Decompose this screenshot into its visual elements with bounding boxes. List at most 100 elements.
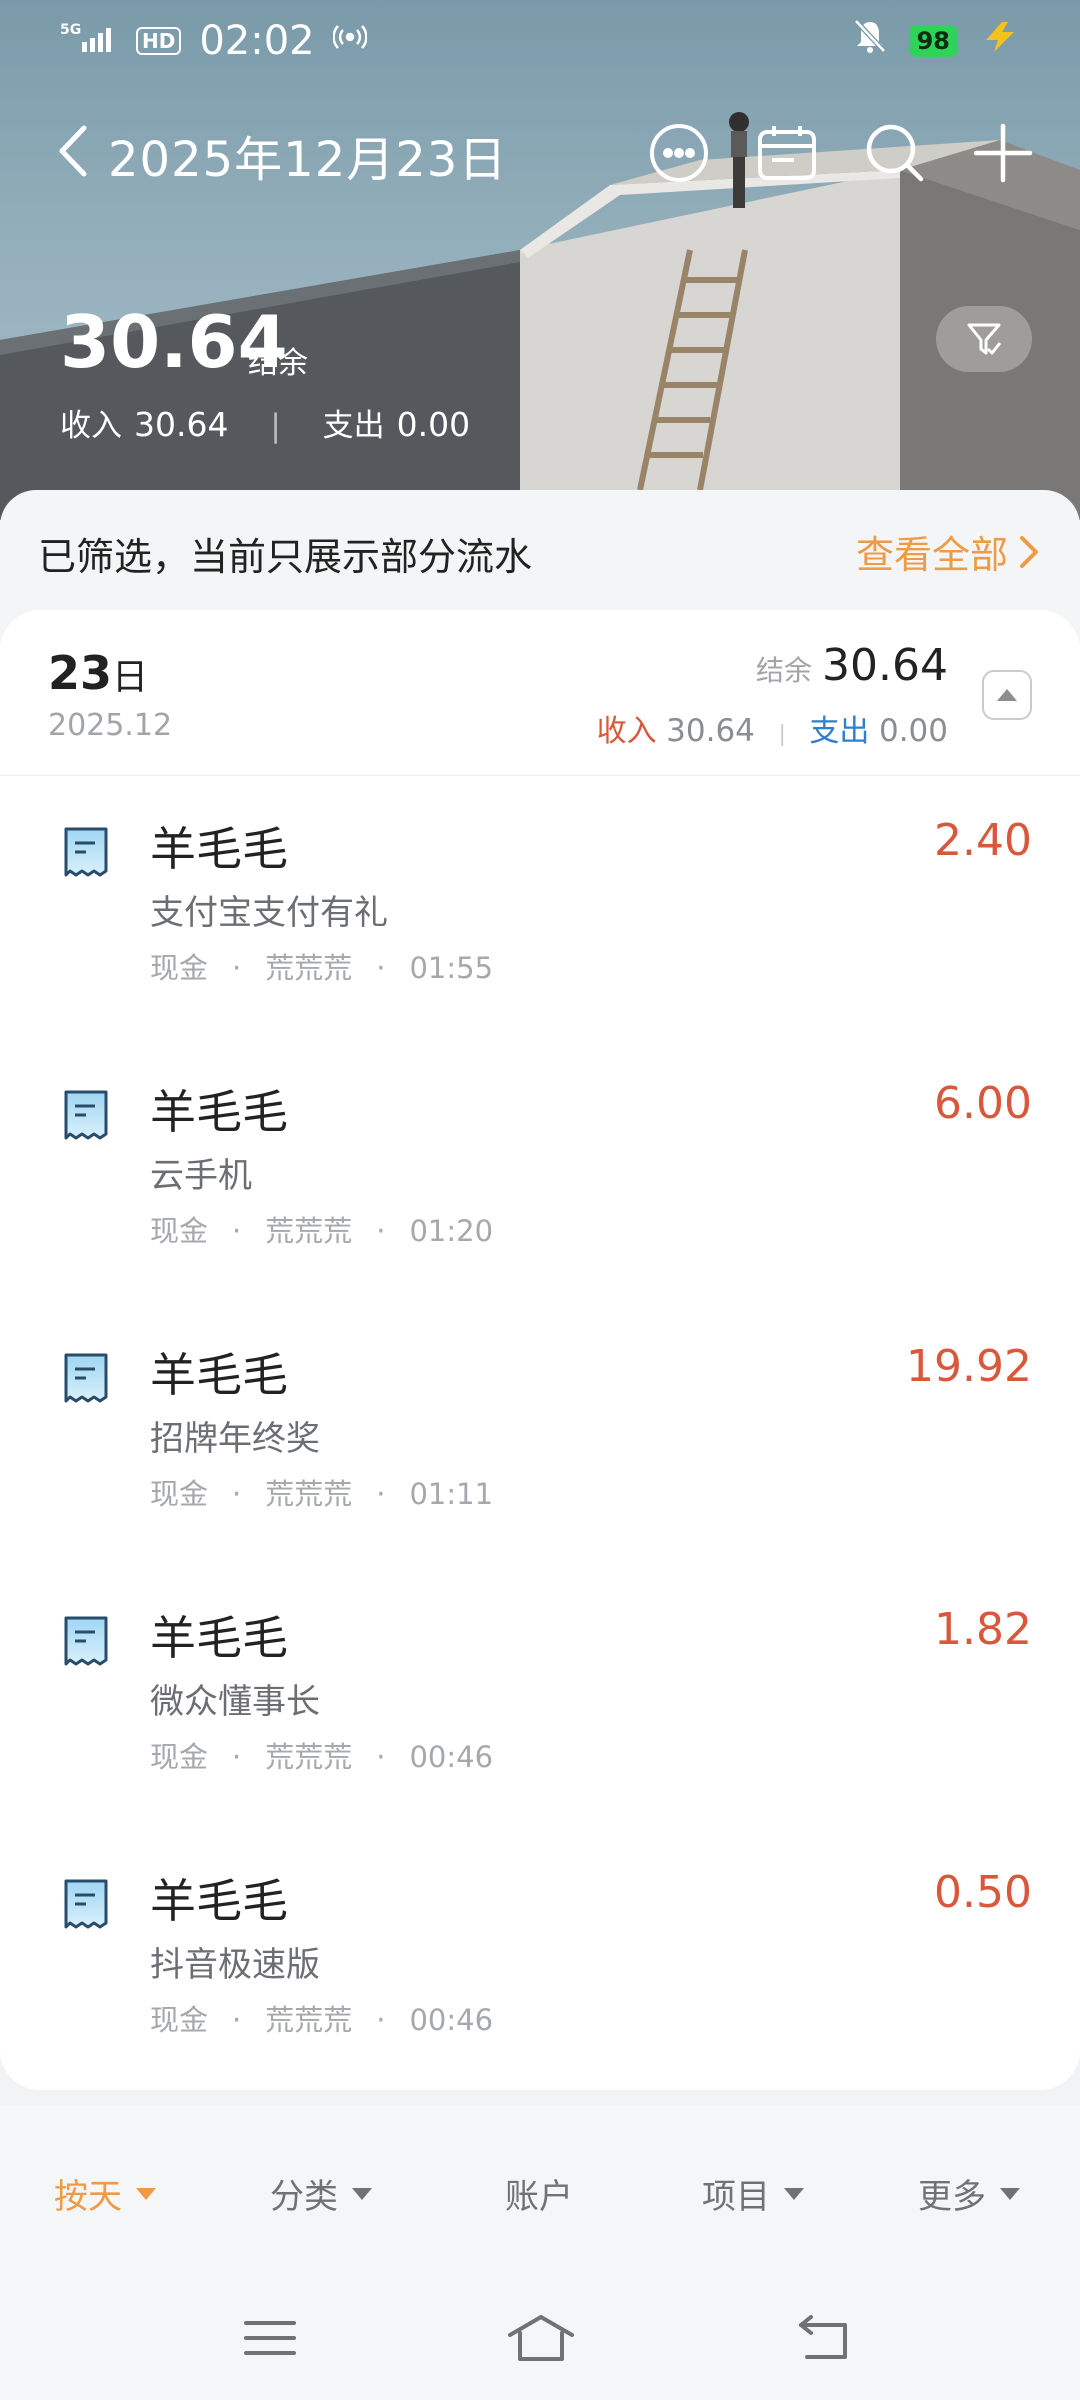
transaction-category: 羊毛毛 xyxy=(150,1874,288,1928)
search-button[interactable] xyxy=(858,116,932,190)
view-all-link[interactable]: 查看全部 xyxy=(856,524,1040,579)
transaction-category: 羊毛毛 xyxy=(150,1348,288,1402)
receipt-icon xyxy=(64,1616,108,1666)
transaction-category: 羊毛毛 xyxy=(150,1085,288,1139)
transaction-account: 现金 xyxy=(150,1740,209,1774)
divider: | xyxy=(270,408,281,444)
home-button[interactable] xyxy=(506,2311,574,2365)
tab-category-label: 分类 xyxy=(270,2177,338,2217)
caret-down-icon xyxy=(136,2187,156,2200)
back-nav-button[interactable] xyxy=(795,2311,855,2365)
transaction-member: 荒荒荒 xyxy=(265,1214,353,1248)
status-bar: 5G HD 02:02 98 xyxy=(0,0,1080,80)
day-suffix: 日 xyxy=(112,657,149,698)
transaction-note: 招牌年终奖 xyxy=(150,1419,320,1459)
day-number: 23日 xyxy=(48,646,148,700)
transaction-meta: 现金 · 荒荒荒 · 00:46 xyxy=(150,1740,494,1774)
page-title: 2025年12月23日 xyxy=(108,132,508,188)
receipt-icon xyxy=(64,1353,108,1403)
collapse-button[interactable] xyxy=(982,670,1032,720)
day-balance-value: 30.64 xyxy=(822,640,948,691)
caret-down-icon xyxy=(1000,2187,1020,2200)
transaction-amount: 19.92 xyxy=(906,1341,1032,1392)
svg-text:5G: 5G xyxy=(60,22,81,38)
day-income-expense: 收入 30.64 | 支出 0.00 xyxy=(597,706,948,750)
top-bar: 2025年12月23日 xyxy=(0,110,1080,190)
transaction-row[interactable]: 羊毛毛 抖音极速版 现金 · 荒荒荒 · 00:46 0.50 xyxy=(0,1827,1080,2089)
plus-icon xyxy=(973,123,1033,183)
add-button[interactable] xyxy=(966,116,1040,190)
view-all-label: 查看全部 xyxy=(855,533,1008,577)
day-income-label: 收入 xyxy=(596,714,657,749)
transaction-note: 云手机 xyxy=(150,1156,252,1196)
caret-down-icon xyxy=(784,2187,804,2200)
signal-icon: 5G xyxy=(60,19,118,63)
transaction-meta: 现金 · 荒荒荒 · 01:11 xyxy=(150,1477,494,1511)
tab-by-day[interactable]: 按天 xyxy=(54,2169,156,2218)
transaction-note: 支付宝支付有礼 xyxy=(150,893,388,933)
charging-icon xyxy=(980,19,1020,63)
transaction-meta: 现金 · 荒荒荒 · 01:20 xyxy=(150,1214,494,1248)
divider: | xyxy=(778,722,786,747)
header-income-label: 收入 xyxy=(60,408,122,444)
tab-category[interactable]: 分类 xyxy=(270,2169,372,2218)
receipt-icon xyxy=(64,1090,108,1140)
calendar-button[interactable] xyxy=(750,116,824,190)
transaction-row[interactable]: 羊毛毛 支付宝支付有礼 现金 · 荒荒荒 · 01:55 2.40 xyxy=(0,775,1080,1037)
header-expense-label: 支出 xyxy=(322,408,385,444)
transaction-category: 羊毛毛 xyxy=(150,1611,288,1665)
transaction-note: 抖音极速版 xyxy=(150,1945,320,1985)
transaction-time: 00:46 xyxy=(409,2003,494,2037)
receipt-icon xyxy=(64,1879,108,1929)
transaction-member: 荒荒荒 xyxy=(265,2003,353,2037)
transaction-time: 01:20 xyxy=(409,1214,494,1248)
menu-lines-icon xyxy=(244,2321,296,2355)
bottom-tab-bar: 按天 分类 账户 项目 更多 xyxy=(0,2105,1080,2275)
day-expense-label: 支出 xyxy=(809,714,870,749)
hd-badge: HD xyxy=(136,27,182,55)
search-icon xyxy=(866,124,924,182)
chevron-left-icon xyxy=(59,125,87,177)
system-nav-bar xyxy=(0,2275,1080,2400)
recents-button[interactable] xyxy=(240,2311,300,2365)
day-balance-label: 结余 xyxy=(756,654,813,687)
transaction-member: 荒荒荒 xyxy=(265,1477,353,1511)
filter-button[interactable] xyxy=(936,306,1032,372)
transaction-time: 01:11 xyxy=(409,1477,494,1511)
hotspot-icon xyxy=(331,19,368,63)
transaction-note: 微众懂事长 xyxy=(150,1682,320,1722)
day-year-month: 2025.12 xyxy=(48,708,173,743)
tab-more[interactable]: 更多 xyxy=(918,2169,1020,2218)
back-button[interactable] xyxy=(52,124,96,178)
mute-bell-icon xyxy=(853,18,887,63)
caret-down-icon xyxy=(352,2187,372,2200)
more-button[interactable] xyxy=(642,116,716,190)
tab-more-label: 更多 xyxy=(918,2177,986,2217)
header-balance-label: 结余 xyxy=(248,346,308,381)
transaction-row[interactable]: 羊毛毛 云手机 现金 · 荒荒荒 · 01:20 6.00 xyxy=(0,1038,1080,1300)
transaction-account: 现金 xyxy=(150,1477,209,1511)
day-header: 23日 2025.12 结余 30.64 收入 30.64 | 支出 0.00 xyxy=(0,610,1080,776)
transaction-account: 现金 xyxy=(150,951,209,985)
transaction-account: 现金 xyxy=(150,1214,209,1248)
transaction-amount: 1.82 xyxy=(934,1604,1032,1655)
transaction-category: 羊毛毛 xyxy=(150,822,288,876)
tab-account[interactable]: 账户 xyxy=(505,2169,573,2218)
filter-notice-text: 已筛选，当前只展示部分流水 xyxy=(38,535,533,579)
transaction-time: 00:46 xyxy=(409,1740,494,1774)
battery-indicator: 98 xyxy=(908,24,958,57)
header-income-expense: 收入 30.64 | 支出 0.00 xyxy=(60,400,470,445)
return-arrow-icon xyxy=(799,2315,847,2359)
filter-check-icon xyxy=(967,323,1002,355)
day-value: 23 xyxy=(48,646,113,700)
day-income-value: 30.64 xyxy=(666,713,755,749)
transaction-row[interactable]: 羊毛毛 招牌年终奖 现金 · 荒荒荒 · 01:11 19.92 xyxy=(0,1301,1080,1563)
transaction-meta: 现金 · 荒荒荒 · 00:46 xyxy=(150,2003,494,2037)
tab-project[interactable]: 项目 xyxy=(702,2169,804,2218)
transaction-row[interactable]: 羊毛毛 微众懂事长 现金 · 荒荒荒 · 00:46 1.82 xyxy=(0,1564,1080,1826)
tab-account-label: 账户 xyxy=(505,2177,573,2217)
receipt-icon xyxy=(64,827,108,877)
transaction-amount: 6.00 xyxy=(934,1078,1032,1129)
status-time: 02:02 xyxy=(199,18,315,64)
day-card: 23日 2025.12 结余 30.64 收入 30.64 | 支出 0.00 羊… xyxy=(0,610,1080,2090)
